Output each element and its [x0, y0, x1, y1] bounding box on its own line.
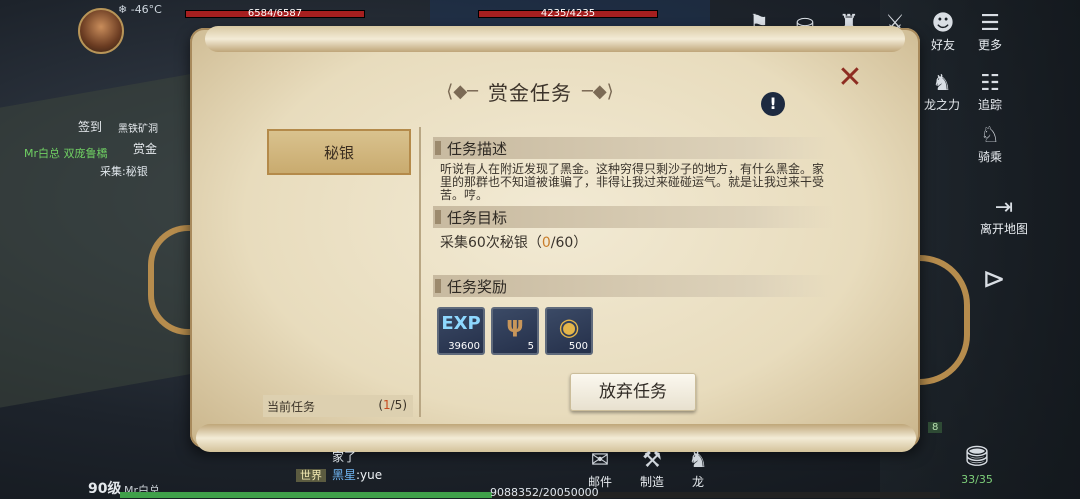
- abandon-mission-button[interactable]: 放弃任务: [570, 373, 696, 411]
- chat-line-world[interactable]: 世界 黑星:yue: [296, 466, 382, 483]
- current-mission-label: 当前任务: [267, 400, 316, 414]
- reward-list: EXP 39600 ψ 5 ◉ 500: [437, 307, 593, 355]
- exp-text: 9088352/20050000: [490, 486, 599, 499]
- description-header: 任务描述: [433, 137, 833, 159]
- more-icon: ☰: [980, 11, 1000, 36]
- wood-icon: ψ: [506, 313, 524, 338]
- bounty-button[interactable]: 赏金: [133, 140, 157, 157]
- reward-exp[interactable]: EXP 39600: [437, 307, 485, 355]
- play-button[interactable]: ⊳: [972, 262, 1016, 296]
- sign-in-button[interactable]: 签到: [78, 118, 102, 135]
- banner-wing-right-icon: ─◆⟩: [582, 80, 614, 102]
- mission-tab-mithril[interactable]: 秘银: [267, 129, 411, 175]
- more-button[interactable]: ☰ 更多: [968, 12, 1012, 53]
- reward-coin[interactable]: ◉ 500: [545, 307, 593, 355]
- chat-sender[interactable]: 黑星: [332, 468, 356, 482]
- reward-wood[interactable]: ψ 5: [491, 307, 539, 355]
- temperature-readout: ❄ -46°C: [118, 3, 162, 16]
- target-hp-bar: 4235/4235: [478, 8, 658, 19]
- collect-task-label: 采集:秘银: [100, 165, 148, 178]
- current-mission-row: 当前任务 (1/5): [263, 395, 413, 417]
- bag-icon: ⛃: [965, 440, 989, 473]
- play-icon: ⊳: [982, 262, 1006, 295]
- current-mission-count: (1/5): [378, 398, 407, 412]
- track-icon: ☷: [980, 71, 1000, 96]
- mail-button[interactable]: ✉ 邮件: [580, 448, 620, 490]
- target-hp-text: 4235/4235: [540, 8, 596, 19]
- dragon-icon: ♞: [688, 448, 708, 473]
- panel-title: 赏金任务: [488, 80, 572, 105]
- craft-button[interactable]: ⚒ 制造: [632, 448, 672, 490]
- dragon-power-button[interactable]: ♞ 龙之力: [920, 72, 964, 113]
- scroll-roll-bottom: [196, 424, 916, 452]
- player-level: 90级: [88, 481, 122, 497]
- exit-map-icon: ⇥: [994, 195, 1014, 220]
- chat-message: :yue: [356, 468, 383, 482]
- ride-icon: ♘: [980, 123, 1000, 148]
- reward-header: 任务奖励: [433, 275, 833, 297]
- banner-wing-left-icon: ⟨◆─: [446, 80, 478, 102]
- mail-icon: ✉: [590, 448, 610, 473]
- ride-button[interactable]: ♘ 骑乘: [968, 124, 1012, 165]
- bag-button[interactable]: ⛃ 33/35: [955, 440, 999, 486]
- player-hp-bar: 6584/6587: [185, 8, 365, 19]
- dragon-button[interactable]: ♞ 龙: [678, 448, 718, 490]
- guild-label: Mr白总 双庞鲁橋: [24, 147, 108, 160]
- mission-description: 听说有人在附近发现了黑金。这种穷得只剩沙子的地方，有什么黑金。家里的那群也不知道…: [440, 162, 825, 202]
- goal-header: 任务目标: [433, 206, 833, 228]
- friends-button[interactable]: ☻ 好友: [921, 12, 965, 53]
- craft-icon: ⚒: [642, 448, 662, 473]
- exp-icon: EXP: [441, 313, 481, 334]
- mission-list: 秘银 当前任务 (1/5): [263, 127, 421, 417]
- player-hp-text: 6584/6587: [247, 8, 303, 19]
- location-label: 黑铁矿洞: [118, 124, 158, 135]
- reward-qty: 5: [527, 341, 534, 352]
- track-button[interactable]: ☷ 追踪: [968, 72, 1012, 113]
- friends-icon: ☻: [931, 11, 955, 36]
- close-icon: ✕: [837, 60, 863, 95]
- mission-goal: 采集60次秘银（0/60）: [440, 235, 588, 251]
- reward-qty: 39600: [448, 341, 480, 352]
- chat-channel-tag: 世界: [296, 469, 326, 482]
- panel-title-banner: ⟨◆─ 赏金任务 ─◆⟩: [425, 69, 635, 113]
- close-button[interactable]: ✕: [836, 63, 864, 93]
- dragon-icon: ♞: [932, 71, 952, 96]
- exit-map-button[interactable]: ⇥ 离开地图: [978, 196, 1030, 237]
- info-button[interactable]: !: [761, 92, 785, 116]
- scroll-roll-top: [205, 26, 905, 52]
- chat-line: 家了: [332, 450, 357, 464]
- info-icon: !: [769, 94, 777, 113]
- coin-icon: ◉: [558, 313, 580, 341]
- notification-badge: 8: [928, 422, 943, 433]
- reward-qty: 500: [568, 341, 588, 352]
